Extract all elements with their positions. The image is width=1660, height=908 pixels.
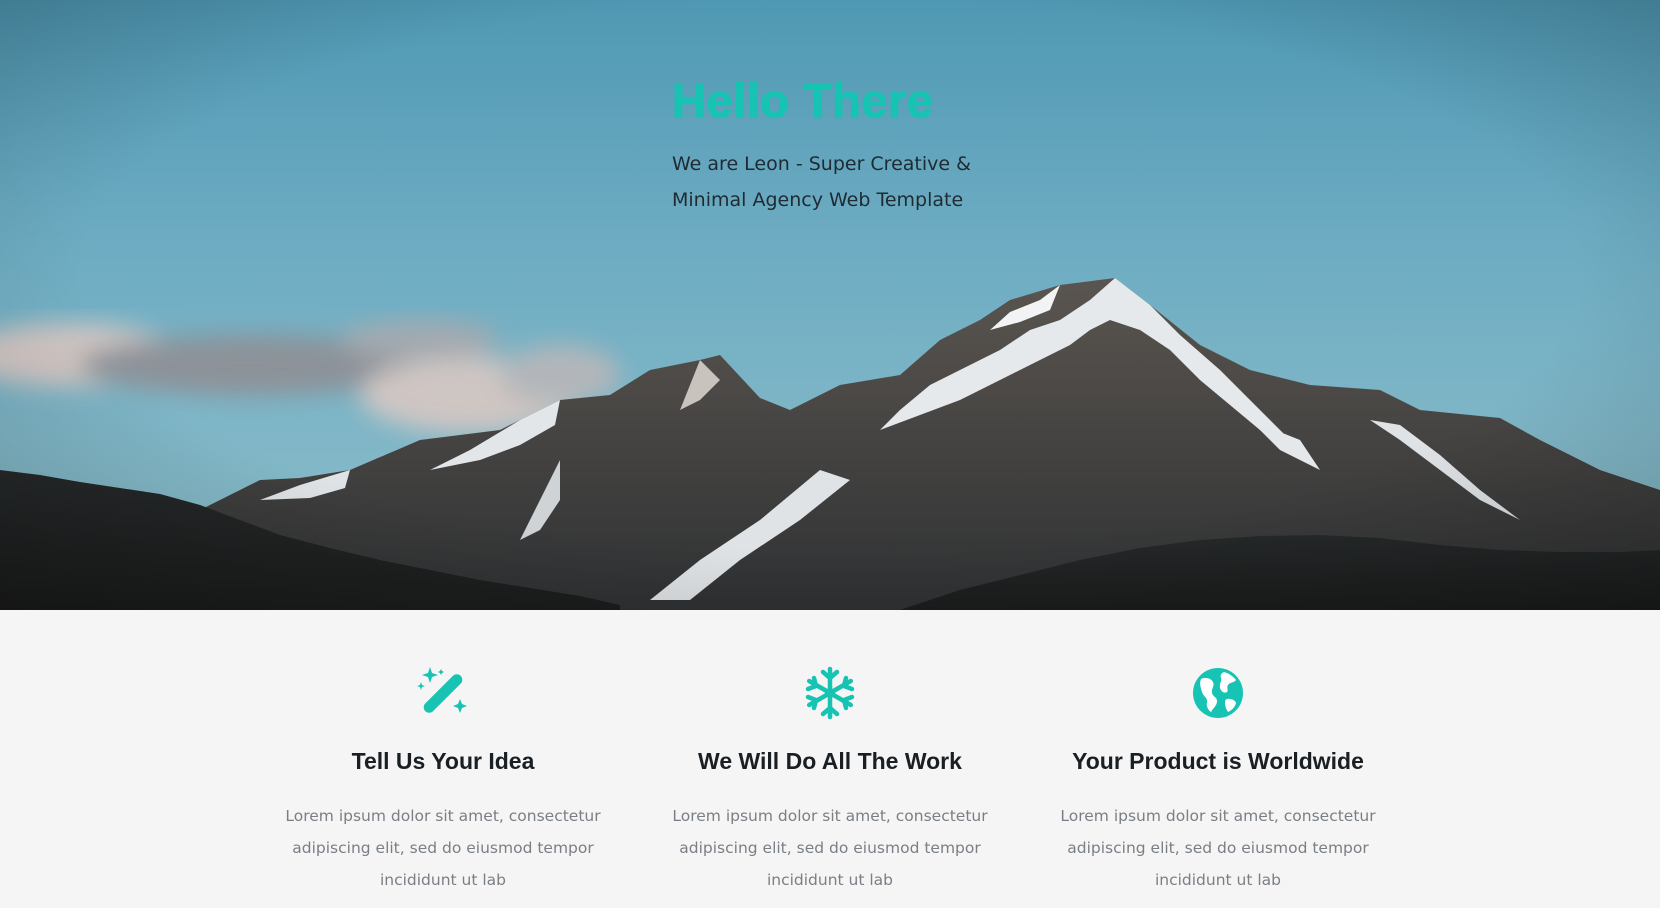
hero-section: Hello There We are Leon - Super Creative… — [0, 0, 1660, 610]
snowflake-icon — [805, 666, 855, 720]
hero-subtitle-line-2: Minimal Agency Web Template — [672, 189, 964, 211]
feature-title: We Will Do All The Work — [698, 748, 962, 774]
feature-description: Lorem ipsum dolor sit amet, consectetur … — [285, 807, 601, 889]
globe-icon — [1193, 668, 1243, 718]
hero-title: Hello There — [672, 74, 934, 128]
feature-description: Lorem ipsum dolor sit amet, consectetur … — [672, 807, 988, 889]
hero-subtitle: We are Leon - Super Creative & Minimal A… — [672, 146, 1012, 218]
feature-description: Lorem ipsum dolor sit amet, consectetur … — [1060, 807, 1376, 889]
feature-title: Your Product is Worldwide — [1072, 748, 1364, 774]
feature-title: Tell Us Your Idea — [351, 748, 535, 774]
magic-wand-icon — [417, 667, 467, 713]
hero-text-block: Hello There We are Leon - Super Creative… — [672, 72, 1072, 218]
hero-subtitle-line-1: We are Leon - Super Creative & — [672, 153, 971, 175]
features-section: Tell Us Your Idea Lorem ipsum dolor sit … — [0, 610, 1660, 908]
